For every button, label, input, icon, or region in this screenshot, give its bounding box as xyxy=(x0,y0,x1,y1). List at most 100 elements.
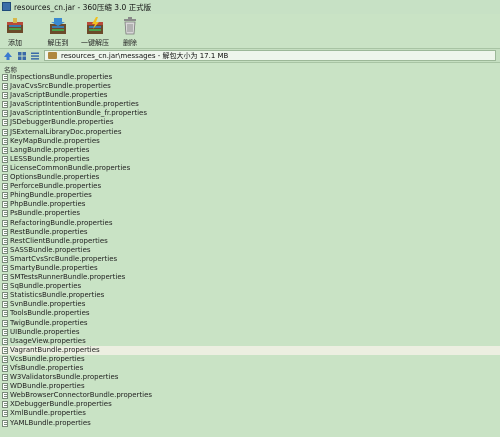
file-row[interactable]: YAMLBundle.properties xyxy=(0,419,500,428)
properties-file-icon xyxy=(2,183,8,191)
properties-file-icon xyxy=(2,210,8,218)
thumbnail-view-icon[interactable] xyxy=(17,51,27,61)
file-row[interactable]: PsBundle.properties xyxy=(0,209,500,218)
file-row[interactable]: W3ValidatorsBundle.properties xyxy=(0,373,500,382)
properties-file-icon xyxy=(2,283,8,291)
file-name: SvnBundle.properties xyxy=(10,300,86,309)
file-row[interactable]: UIBundle.properties xyxy=(0,328,500,337)
file-row[interactable]: SvnBundle.properties xyxy=(0,300,500,309)
up-arrow-icon[interactable] xyxy=(3,51,13,61)
properties-file-icon xyxy=(2,146,8,154)
file-list: InspectionsBundle.properties JavaCvsSrcBu… xyxy=(0,73,500,437)
properties-file-icon xyxy=(2,310,8,318)
file-row[interactable]: XmlBundle.properties xyxy=(0,409,500,418)
properties-file-icon xyxy=(2,174,8,182)
file-row[interactable]: VagrantBundle.properties xyxy=(0,345,500,355)
file-name: PhingBundle.properties xyxy=(10,191,92,200)
file-row[interactable]: RefactoringBundle.properties xyxy=(0,219,500,228)
file-row[interactable]: UsageView.properties xyxy=(0,337,500,346)
properties-file-icon xyxy=(2,228,8,236)
file-row[interactable]: XDebuggerBundle.properties xyxy=(0,400,500,409)
file-row[interactable]: PhingBundle.properties xyxy=(0,191,500,200)
file-row[interactable]: JSExternalLibraryDoc.properties xyxy=(0,128,500,137)
current-path: resources_cn.jar\messages - 解包大小为 17.1 M… xyxy=(61,52,229,60)
properties-file-icon xyxy=(2,374,8,382)
file-name: XmlBundle.properties xyxy=(10,409,86,418)
one-click-extract-label: 一键解压 xyxy=(81,39,109,47)
properties-file-icon xyxy=(2,355,8,363)
file-row[interactable]: JavaScriptIntentionBundle_fr.properties xyxy=(0,109,500,118)
file-row[interactable]: RestBundle.properties xyxy=(0,228,500,237)
file-name: YAMLBundle.properties xyxy=(10,418,91,427)
properties-file-icon xyxy=(2,92,8,100)
file-name: ToolsBundle.properties xyxy=(10,309,90,318)
add-button[interactable]: 添加 xyxy=(4,16,26,48)
file-name: SASSBundle.properties xyxy=(10,245,91,254)
file-name: JavaCvsSrcBundle.properties xyxy=(10,82,111,91)
file-row[interactable]: ToolsBundle.properties xyxy=(0,309,500,318)
properties-file-icon xyxy=(2,401,8,409)
file-name: LangBundle.properties xyxy=(10,145,90,154)
file-name: VcsBundle.properties xyxy=(10,354,85,363)
file-name: PerforceBundle.properties xyxy=(10,182,102,191)
file-name: WDBundle.properties xyxy=(10,382,85,391)
file-row[interactable]: SASSBundle.properties xyxy=(0,246,500,255)
properties-file-icon xyxy=(2,346,8,354)
file-row[interactable]: WebBrowserConnectorBundle.properties xyxy=(0,391,500,400)
file-row[interactable]: VfsBundle.properties xyxy=(0,364,500,373)
file-row[interactable]: SqBundle.properties xyxy=(0,282,500,291)
properties-file-icon xyxy=(2,292,8,300)
trash-icon xyxy=(124,17,136,35)
toolbar: 添加 解压到 一键解压 删除 xyxy=(0,14,500,48)
properties-file-icon xyxy=(2,328,8,336)
file-row[interactable]: SMTestsRunnerBundle.properties xyxy=(0,273,500,282)
file-name: JavaScriptIntentionBundle_fr.properties xyxy=(10,109,148,118)
delete-button[interactable]: 删除 xyxy=(118,16,142,48)
file-name: RefactoringBundle.properties xyxy=(10,218,113,227)
file-row[interactable]: LangBundle.properties xyxy=(0,146,500,155)
add-archive-icon xyxy=(7,18,23,33)
properties-file-icon xyxy=(2,119,8,127)
file-row[interactable]: JavaScriptIntentionBundle.properties xyxy=(0,100,500,109)
properties-file-icon xyxy=(2,419,8,427)
file-row[interactable]: KeyMapBundle.properties xyxy=(0,137,500,146)
file-row[interactable]: VcsBundle.properties xyxy=(0,355,500,364)
file-row[interactable]: OptionsBundle.properties xyxy=(0,173,500,182)
list-view-icon[interactable] xyxy=(30,51,40,61)
file-name: LicenseCommonBundle.properties xyxy=(10,163,131,172)
properties-file-icon xyxy=(2,101,8,109)
file-row[interactable]: PhpBundle.properties xyxy=(0,200,500,209)
file-name: JavaScriptIntentionBundle.properties xyxy=(10,100,139,109)
file-name: RestBundle.properties xyxy=(10,227,88,236)
file-row[interactable]: LicenseCommonBundle.properties xyxy=(0,164,500,173)
one-click-extract-button[interactable]: 一键解压 xyxy=(78,16,112,48)
delete-button-label: 删除 xyxy=(123,39,137,47)
file-name: PhpBundle.properties xyxy=(10,200,86,209)
file-row[interactable]: StatisticsBundle.properties xyxy=(0,291,500,300)
path-field[interactable]: resources_cn.jar\messages - 解包大小为 17.1 M… xyxy=(44,50,496,61)
file-row[interactable]: TwigBundle.properties xyxy=(0,319,500,328)
file-name: WebBrowserConnectorBundle.properties xyxy=(10,391,153,400)
file-name: W3ValidatorsBundle.properties xyxy=(10,373,119,382)
file-row[interactable]: SmartyBundle.properties xyxy=(0,264,500,273)
file-row[interactable]: RestClientBundle.properties xyxy=(0,237,500,246)
extract-to-button[interactable]: 解压到 xyxy=(42,16,74,48)
file-name: JavaScriptBundle.properties xyxy=(10,91,108,100)
file-row[interactable]: JavaScriptBundle.properties xyxy=(0,91,500,100)
properties-file-icon xyxy=(2,237,8,245)
extract-to-label: 解压到 xyxy=(47,39,69,47)
address-bar: resources_cn.jar\messages - 解包大小为 17.1 M… xyxy=(0,48,500,63)
properties-file-icon xyxy=(2,255,8,263)
file-name: TwigBundle.properties xyxy=(10,318,88,327)
file-row[interactable]: SmartCvsSrcBundle.properties xyxy=(0,255,500,264)
file-row[interactable]: LESSBundle.properties xyxy=(0,155,500,164)
properties-file-icon xyxy=(2,319,8,327)
file-row[interactable]: JavaCvsSrcBundle.properties xyxy=(0,82,500,91)
properties-file-icon xyxy=(2,128,8,136)
file-row[interactable]: JSDebuggerBundle.properties xyxy=(0,118,500,127)
file-row[interactable]: InspectionsBundle.properties xyxy=(0,73,500,82)
file-row[interactable]: WDBundle.properties xyxy=(0,382,500,391)
file-row[interactable]: PerforceBundle.properties xyxy=(0,182,500,191)
window-title: resources_cn.jar - 360压缩 3.0 正式版 xyxy=(14,3,152,12)
extract-to-icon xyxy=(50,18,66,34)
